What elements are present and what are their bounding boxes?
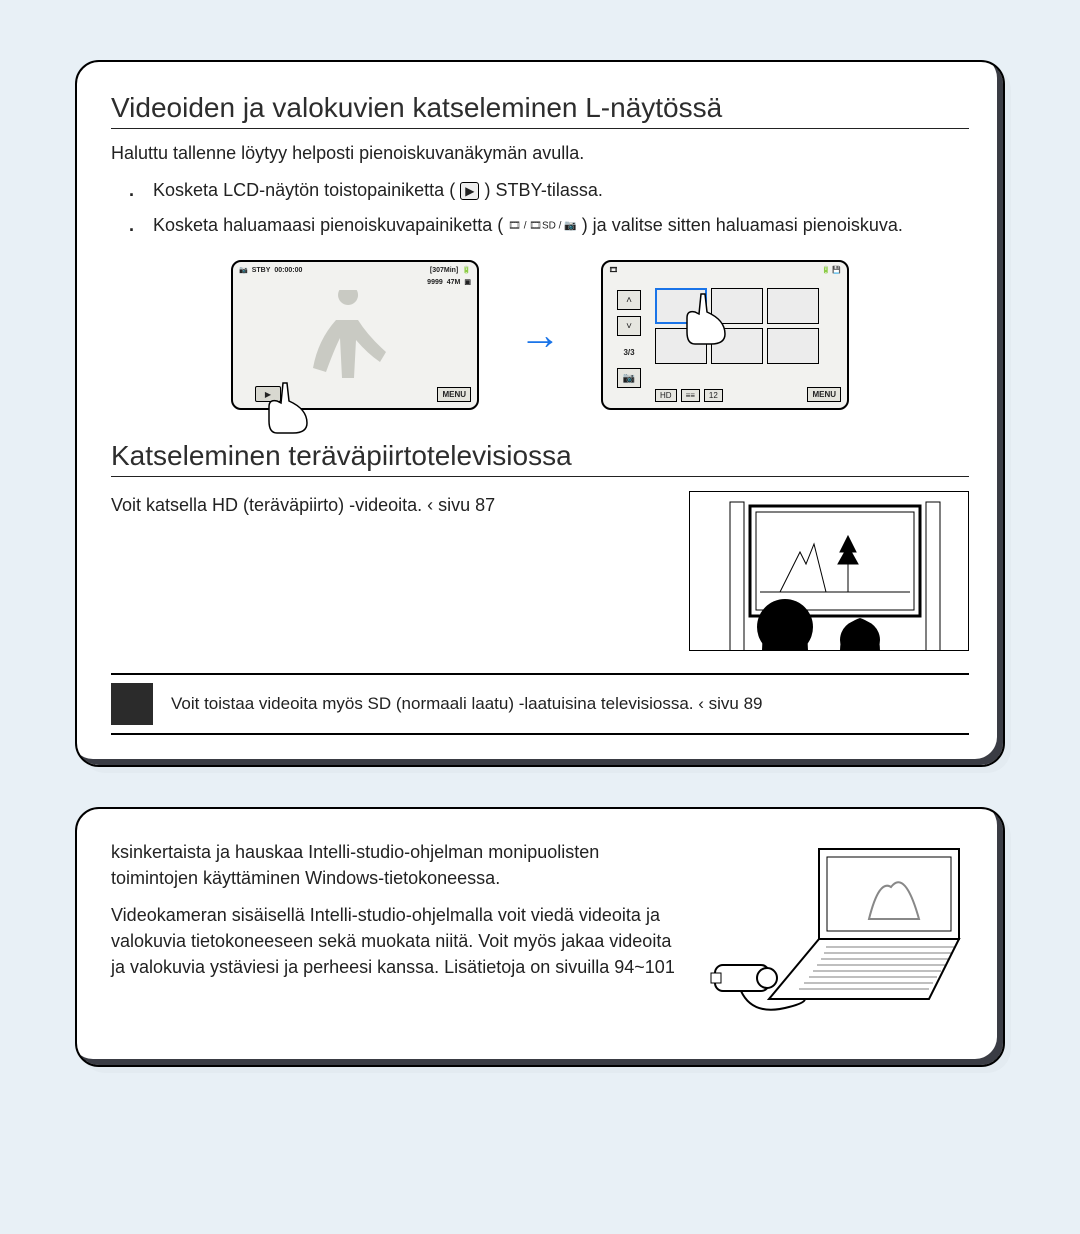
panel-intelli-studio: ksinkertaista ja hauskaa Intelli-studio-…	[75, 807, 1005, 1067]
hand-icon	[681, 292, 731, 347]
steps-list: Kosketa LCD-näytön toistopainiketta ( ▶ …	[111, 178, 969, 238]
heading-lcd-viewing: Videoiden ja valokuvien katseleminen L-n…	[111, 92, 969, 129]
figure-row: 📷 STBY 00:00:00 [307Min] 🔋 9999 47M ▣ ▶ …	[111, 260, 969, 410]
tb-item[interactable]: HD	[655, 389, 677, 402]
hand-icon	[263, 381, 313, 436]
up-button[interactable]: ˄	[617, 290, 641, 310]
thumbnail[interactable]	[767, 288, 819, 324]
intelli-lead: ksinkertaista ja hauskaa Intelli-studio-…	[111, 839, 679, 891]
status-bar-2: 🎞🔋 💾	[603, 262, 847, 278]
laptop-illustration	[709, 839, 969, 1019]
menu-button[interactable]: MENU	[437, 387, 471, 402]
step-2: Kosketa haluamaasi pienoiskuvapainiketta…	[129, 213, 969, 238]
nav-arrows: ˄ ˅ 3/3 📷	[617, 290, 641, 388]
silhouette-figure	[293, 290, 403, 390]
arrow-icon: →	[519, 311, 561, 359]
bottom-toolbar: HD ≡≡ 12	[655, 389, 723, 402]
panel-viewing: Videoiden ja valokuvien katseleminen L-n…	[75, 60, 1005, 767]
mode-button[interactable]: 📷	[617, 368, 641, 388]
intelli-body: Videokameran sisäisellä Intelli-studio-o…	[111, 902, 679, 980]
thumbnail-grid	[655, 288, 819, 364]
note-box: Voit toistaa videoita myös SD (normaali …	[111, 673, 969, 735]
down-button[interactable]: ˅	[617, 316, 641, 336]
step-1: Kosketa LCD-näytön toistopainiketta ( ▶ …	[129, 178, 969, 203]
heading-hdtv: Katseleminen teräväpiirtotelevisiossa	[111, 440, 969, 477]
status-bar: 📷 STBY 00:00:00 [307Min] 🔋	[233, 262, 477, 278]
tb-item[interactable]: 12	[704, 389, 723, 402]
menu-button[interactable]: MENU	[807, 387, 841, 402]
hdtv-text: Voit katsella HD (teräväpiirto) -videoit…	[111, 495, 495, 516]
page-indicator: 3/3	[617, 342, 641, 362]
thumbnail[interactable]	[767, 328, 819, 364]
intelli-text-block: ksinkertaista ja hauskaa Intelli-studio-…	[111, 839, 679, 979]
lcd-screen-thumbnails: 🎞🔋 💾 ˄ ˅ 3/3 📷 HD ≡≡ 12 MENU	[601, 260, 849, 410]
note-text: Voit toistaa videoita myös SD (normaali …	[171, 694, 763, 714]
tb-item[interactable]: ≡≡	[681, 389, 700, 402]
note-icon	[111, 683, 153, 725]
play-icon: ▶	[460, 182, 479, 200]
thumbnail-icons: 🎞 / 🎞SD / 📷	[508, 220, 576, 231]
hdtv-row: Voit katsella HD (teräväpiirto) -videoit…	[111, 491, 969, 651]
intro-text: Haluttu tallenne löytyy helposti pienois…	[111, 143, 969, 164]
lcd-screen-record: 📷 STBY 00:00:00 [307Min] 🔋 9999 47M ▣ ▶ …	[231, 260, 479, 410]
tv-illustration	[689, 491, 969, 651]
